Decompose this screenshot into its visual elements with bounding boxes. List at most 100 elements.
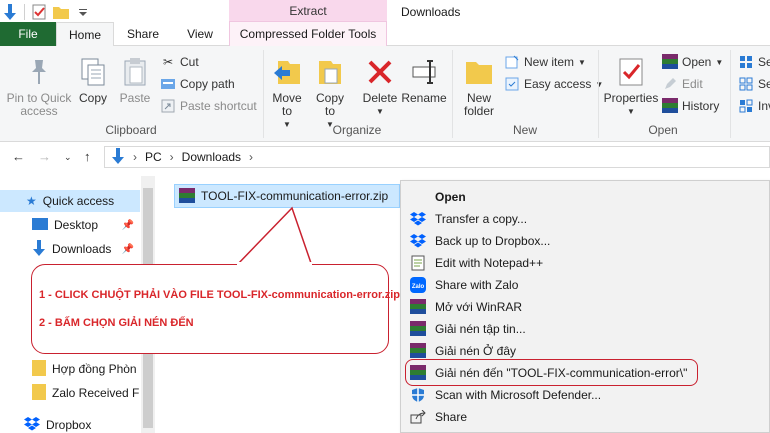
breadcrumb-separator: › <box>249 150 254 164</box>
sidebar-item-zalo-received[interactable]: Zalo Received Fi <box>0 382 140 404</box>
star-icon: ★ <box>26 194 37 208</box>
pin-label: Pin to Quick access <box>6 91 72 118</box>
new-folder-icon[interactable] <box>53 4 69 20</box>
up-arrow-icon[interactable]: ↑ <box>84 149 91 164</box>
breadcrumb-separator: › <box>169 150 174 164</box>
menu-item-label: Giải nén tập tin... <box>435 322 526 336</box>
properties-icon <box>615 56 647 88</box>
history-label: History <box>682 99 720 113</box>
paste-shortcut-icon <box>160 98 176 114</box>
menu-item-label: Mở với WinRAR <box>435 300 523 314</box>
tab-share[interactable]: Share <box>114 22 172 46</box>
move-to-chevron-icon: ▼ <box>283 120 291 129</box>
menu-item-transfer-copy[interactable]: Transfer a copy... <box>401 208 770 230</box>
winrar-icon <box>409 320 427 338</box>
menu-item-label: Open <box>435 190 466 204</box>
rename-button[interactable]: Rename <box>401 56 447 105</box>
select-none-label: Se <box>758 77 770 91</box>
copy-path-icon <box>160 76 176 92</box>
sidebar-item-desktop[interactable]: Desktop 📌 <box>0 214 140 236</box>
menu-item-label: Transfer a copy... <box>435 212 528 226</box>
forward-arrow-icon[interactable]: → <box>38 149 51 164</box>
tab-home[interactable]: Home <box>56 22 114 47</box>
dropbox-icon <box>409 232 427 250</box>
invert-selection-label: Inv <box>758 99 770 113</box>
edit-button[interactable]: Edit <box>662 75 703 93</box>
pin-icon: 📌 <box>121 243 134 255</box>
menu-item-label: Share <box>435 410 468 424</box>
sidebar-item-dropbox[interactable]: Dropbox <box>0 414 140 433</box>
paste-shortcut-label: Paste shortcut <box>180 99 257 113</box>
menu-item-edit-notepad[interactable]: Edit with Notepad++ <box>401 252 770 274</box>
recent-chevron-down-icon[interactable]: ⌄ <box>64 152 72 163</box>
menu-item-open[interactable]: Open <box>401 186 770 208</box>
annotation-highlight-box <box>405 359 698 386</box>
delete-button[interactable]: Delete ▼ <box>360 56 400 118</box>
select-none-button[interactable]: Se <box>738 75 770 93</box>
pin-to-quick-access-button[interactable]: Pin to Quick access <box>4 56 74 118</box>
invert-selection-button[interactable]: Inv <box>738 97 770 115</box>
annotation-step-1: 1 - CLICK CHUỘT PHẢI VÀO FILE TOOL-FIX-c… <box>39 289 400 301</box>
edit-icon <box>662 76 678 92</box>
tab-compressed-folder-tools[interactable]: Compressed Folder Tools <box>229 22 387 46</box>
new-folder-button[interactable]: New folder <box>458 56 500 118</box>
paste-icon <box>119 56 151 88</box>
cut-label: Cut <box>180 55 199 69</box>
group-divider <box>598 50 599 138</box>
menu-item-open-winrar[interactable]: Mở với WinRAR <box>401 296 770 318</box>
rename-icon <box>408 56 440 88</box>
folder-icon <box>32 383 46 403</box>
new-item-button[interactable]: New item ▼ <box>504 53 586 71</box>
move-to-button[interactable]: Move to ▼ <box>268 56 306 131</box>
easy-access-button[interactable]: Easy access ▼ <box>504 75 603 93</box>
back-arrow-icon[interactable]: ← <box>12 149 25 164</box>
breadcrumb-downloads[interactable]: Downloads <box>182 150 241 164</box>
title-bar: Extract Downloads <box>0 0 770 24</box>
paste-button[interactable]: Paste <box>117 56 153 105</box>
paste-shortcut-button[interactable]: Paste shortcut <box>160 97 257 115</box>
menu-item-label: Back up to Dropbox... <box>435 234 551 248</box>
delete-chevron-icon: ▼ <box>376 107 384 116</box>
tab-file[interactable]: File <box>0 22 56 46</box>
copy-icon <box>77 56 109 88</box>
sidebar-item-downloads[interactable]: Downloads 📌 <box>0 238 140 260</box>
select-all-button[interactable]: Se <box>738 53 770 71</box>
copy-to-icon <box>314 56 346 88</box>
sidebar-item-label: Downloads <box>52 242 112 256</box>
delete-label: Delete <box>362 91 398 105</box>
copy-button[interactable]: Copy <box>76 56 110 105</box>
cut-button[interactable]: ✂ Cut <box>160 53 199 71</box>
open-button[interactable]: Open ▼ <box>662 53 723 71</box>
new-item-label: New item <box>524 55 575 69</box>
copy-to-button[interactable]: Copy to ▼ <box>311 56 349 131</box>
menu-item-scan-defender[interactable]: Scan with Microsoft Defender... <box>401 384 770 406</box>
customize-dropdown-icon[interactable] <box>75 4 91 20</box>
sidebar-item-label: Zalo Received Fi <box>52 386 140 400</box>
file-item-zip[interactable]: TOOL-FIX-communication-error.zip <box>174 184 400 208</box>
menu-item-label: Giải nén Ở đây <box>435 344 516 358</box>
breadcrumb-pc[interactable]: PC <box>145 150 162 164</box>
menu-item-share-zalo[interactable]: Zalo Share with Zalo <box>401 274 770 296</box>
ribbon-tabs: File Home Share View Compressed Folder T… <box>0 22 770 47</box>
easy-access-icon <box>504 76 520 92</box>
organize-group-label: Organize <box>332 123 382 137</box>
menu-item-share[interactable]: Share <box>401 406 770 428</box>
copy-path-button[interactable]: Copy path <box>160 75 235 93</box>
properties-check-icon[interactable] <box>31 4 47 20</box>
sidebar-item-hop-dong[interactable]: Hợp đồng Phòn <box>0 358 140 380</box>
properties-button[interactable]: Properties ▼ <box>603 56 659 118</box>
address-bar[interactable]: › PC › Downloads › <box>104 146 770 168</box>
window-title: Downloads <box>401 5 461 19</box>
menu-item-label: Share with Zalo <box>435 278 519 292</box>
sidebar-item-quick-access[interactable]: ★ Quick access <box>0 190 140 212</box>
menu-item-extract-files[interactable]: Giải nén tập tin... <box>401 318 770 340</box>
tab-view[interactable]: View <box>172 22 228 46</box>
copy-to-label: Copy to <box>315 91 344 118</box>
new-item-icon <box>504 54 520 70</box>
copy-label: Copy <box>78 91 107 105</box>
notepad-icon <box>409 254 427 272</box>
history-button[interactable]: History <box>662 97 719 115</box>
down-arrow-icon[interactable] <box>2 4 18 20</box>
menu-item-backup-dropbox[interactable]: Back up to Dropbox... <box>401 230 770 252</box>
select-none-icon <box>738 76 754 92</box>
